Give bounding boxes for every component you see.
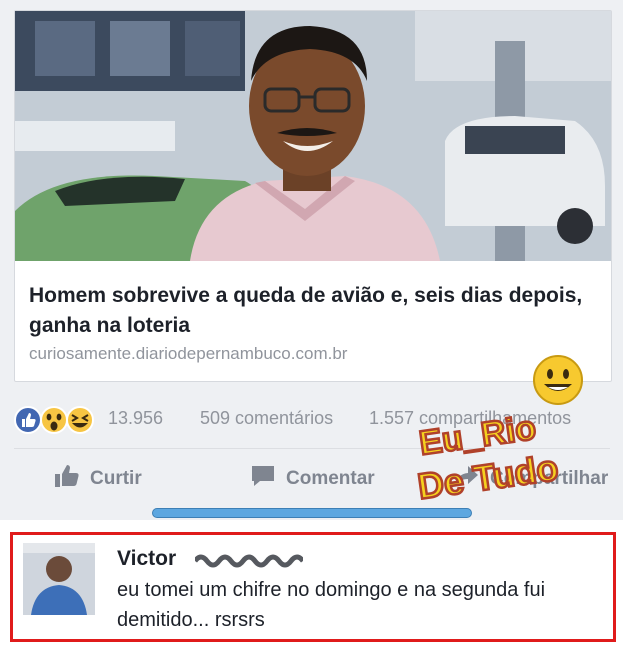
article-photo-illustration bbox=[15, 11, 611, 261]
comment-text: eu tomei um chifre no domingo e na segun… bbox=[117, 579, 546, 631]
like-button[interactable]: Curtir bbox=[54, 464, 142, 494]
redacted-surname bbox=[193, 552, 305, 570]
highlighted-comment: Victor eu tomei um chifre no domingo e n… bbox=[10, 532, 616, 642]
smiley-icon bbox=[533, 355, 583, 405]
wow-icon bbox=[40, 406, 68, 434]
article-headline[interactable]: Homem sobrevive a queda de avião e, seis… bbox=[29, 281, 589, 341]
comment-button[interactable]: Comentar bbox=[250, 466, 375, 492]
haha-icon bbox=[66, 406, 94, 434]
comment-button-label: Comentar bbox=[286, 468, 375, 489]
thumbs-up-icon bbox=[54, 464, 80, 494]
speech-bubble-icon bbox=[250, 464, 276, 494]
link-preview-card[interactable]: Homem sobrevive a queda de avião e, seis… bbox=[14, 10, 612, 382]
article-domain: curiosamente.diariodepernambuco.com.br bbox=[29, 344, 348, 363]
reaction-icons[interactable] bbox=[14, 406, 104, 434]
comment-author[interactable]: Victor bbox=[117, 547, 176, 571]
watermark-logo: Eu_Rio De Tudo bbox=[412, 350, 612, 508]
avatar[interactable] bbox=[23, 543, 95, 615]
comments-count[interactable]: 509 comentários bbox=[200, 408, 333, 429]
reaction-count[interactable]: 13.956 bbox=[108, 408, 163, 429]
horizontal-scrollbar[interactable] bbox=[152, 508, 472, 518]
like-icon bbox=[14, 406, 42, 434]
article-photo[interactable] bbox=[15, 11, 611, 261]
like-button-label: Curtir bbox=[90, 468, 142, 489]
